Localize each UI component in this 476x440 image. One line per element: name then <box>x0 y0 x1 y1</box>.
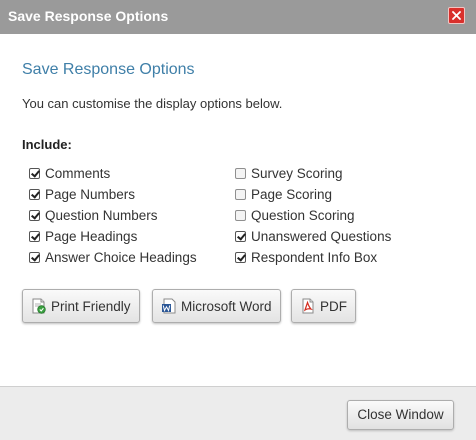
respondent-info-box-checkbox[interactable] <box>235 252 246 263</box>
options-left-column: Comments Page Numbers Question Numbers P… <box>29 163 197 268</box>
word-document-icon <box>161 298 177 314</box>
option-label: Page Scoring <box>251 187 333 202</box>
option-survey-scoring[interactable]: Survey Scoring <box>235 163 391 184</box>
option-page-scoring[interactable]: Page Scoring <box>235 184 391 205</box>
option-question-numbers[interactable]: Question Numbers <box>29 205 197 226</box>
description-text: You can customise the display options be… <box>22 96 283 111</box>
microsoft-word-label: Microsoft Word <box>181 298 272 314</box>
option-comments[interactable]: Comments <box>29 163 197 184</box>
option-unanswered-questions[interactable]: Unanswered Questions <box>235 226 391 247</box>
option-page-headings[interactable]: Page Headings <box>29 226 197 247</box>
print-friendly-label: Print Friendly <box>51 298 131 314</box>
option-label: Page Numbers <box>45 187 136 202</box>
option-label: Question Numbers <box>45 208 158 223</box>
option-question-scoring[interactable]: Question Scoring <box>235 205 391 226</box>
printer-icon <box>31 298 47 314</box>
option-answer-choice-headings[interactable]: Answer Choice Headings <box>29 247 197 268</box>
microsoft-word-button[interactable]: Microsoft Word <box>152 289 281 323</box>
option-label: Unanswered Questions <box>251 229 392 244</box>
page-scoring-checkbox[interactable] <box>235 189 246 200</box>
pdf-button[interactable]: PDF <box>291 289 356 323</box>
comments-checkbox[interactable] <box>29 168 40 179</box>
survey-scoring-checkbox[interactable] <box>235 168 246 179</box>
dialog-title: Save Response Options <box>8 8 169 24</box>
option-label: Answer Choice Headings <box>45 250 197 265</box>
option-page-numbers[interactable]: Page Numbers <box>29 184 197 205</box>
question-scoring-checkbox[interactable] <box>235 210 246 221</box>
close-icon <box>452 11 461 20</box>
page-numbers-checkbox[interactable] <box>29 189 40 200</box>
pdf-document-icon <box>300 298 316 314</box>
option-respondent-info-box[interactable]: Respondent Info Box <box>235 247 391 268</box>
question-numbers-checkbox[interactable] <box>29 210 40 221</box>
option-label: Respondent Info Box <box>251 250 378 265</box>
option-label: Comments <box>45 166 111 181</box>
option-label: Survey Scoring <box>251 166 343 181</box>
close-button[interactable] <box>448 7 465 24</box>
options-right-column: Survey Scoring Page Scoring Question Sco… <box>235 163 391 268</box>
answer-choice-headings-checkbox[interactable] <box>29 252 40 263</box>
option-label: Question Scoring <box>251 208 355 223</box>
include-label: Include: <box>22 137 72 152</box>
page-headings-checkbox[interactable] <box>29 231 40 242</box>
unanswered-questions-checkbox[interactable] <box>235 231 246 242</box>
option-label: Page Headings <box>45 229 138 244</box>
section-heading: Save Response Options <box>22 61 195 78</box>
close-window-button[interactable]: Close Window <box>347 400 454 430</box>
pdf-label: PDF <box>320 298 347 314</box>
print-friendly-button[interactable]: Print Friendly <box>22 289 140 323</box>
dialog-titlebar: Save Response Options <box>0 0 476 34</box>
